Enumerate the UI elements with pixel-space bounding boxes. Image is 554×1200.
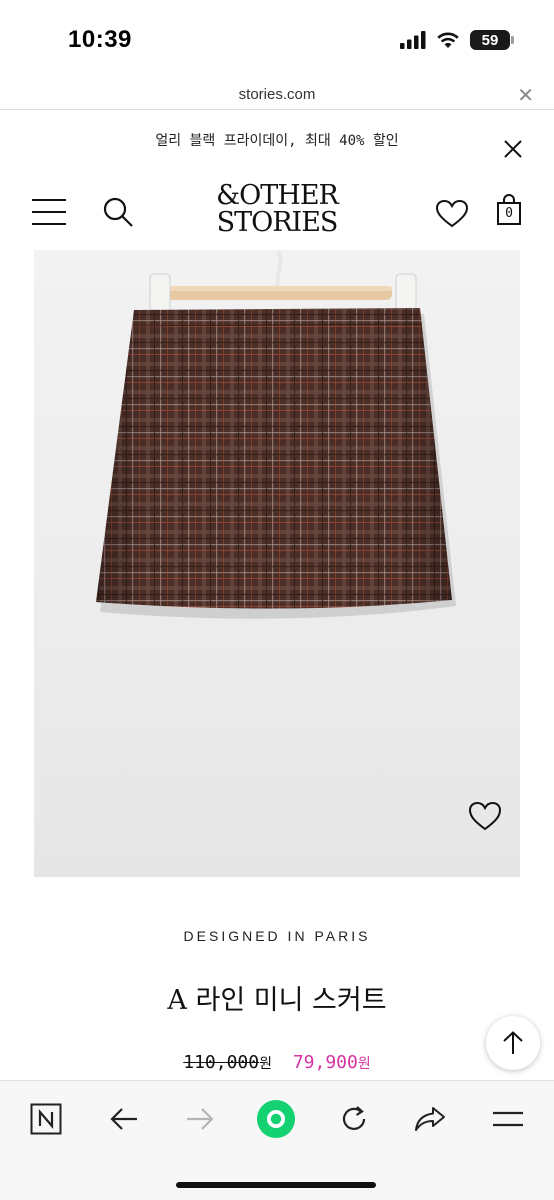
cart-bag-icon[interactable]: 0: [496, 194, 522, 226]
search-icon[interactable]: [102, 196, 134, 228]
product-wishlist-heart-icon[interactable]: [468, 799, 502, 833]
share-button[interactable]: [410, 1099, 450, 1139]
sale-price-value: 79,900: [292, 1052, 358, 1073]
logo-line-2: STORIES: [216, 207, 339, 238]
status-time: 10:39: [68, 26, 132, 53]
toolbar-menu-icon: [493, 1111, 523, 1127]
promo-banner: 얼리 블랙 프라이데이, 최대 40% 할인: [0, 112, 554, 174]
battery-icon: 59: [470, 30, 514, 50]
url-close-icon[interactable]: ✕: [517, 83, 534, 107]
status-icons: 59: [400, 30, 514, 50]
logo-line-1: &OTHER: [216, 180, 339, 211]
sale-price: 79,900원: [293, 1052, 371, 1073]
original-price: 110,000원: [183, 1052, 272, 1073]
designed-in-label: DESIGNED IN PARIS: [183, 928, 371, 944]
green-circle-icon: [256, 1099, 296, 1139]
menu-button[interactable]: [488, 1099, 528, 1139]
brand-logo[interactable]: &OTHER STORIES: [200, 182, 354, 236]
wishlist-heart-icon[interactable]: [436, 200, 468, 228]
arrow-up-icon: [503, 1031, 523, 1054]
site-header: &OTHER STORIES 0: [0, 176, 554, 250]
url-text[interactable]: stories.com: [0, 86, 554, 103]
naver-home-button[interactable]: [26, 1099, 66, 1139]
product-image[interactable]: [34, 250, 520, 877]
home-indicator: [176, 1182, 376, 1188]
reload-icon: [342, 1106, 366, 1130]
reload-button[interactable]: [334, 1099, 374, 1139]
wifi-icon: [437, 32, 459, 48]
back-arrow-icon: [110, 1108, 137, 1130]
status-bar: 10:39 59: [0, 0, 554, 80]
signal-icon: [400, 31, 426, 49]
scroll-to-top-button[interactable]: [486, 1016, 540, 1070]
menu-icon[interactable]: [32, 198, 66, 226]
price-row: 110,000원 79,900원: [0, 1052, 554, 1073]
original-price-currency: 원: [259, 1056, 272, 1072]
cart-count: 0: [505, 206, 513, 221]
forward-button[interactable]: [180, 1099, 220, 1139]
browser-url-bar[interactable]: stories.com ✕: [0, 80, 554, 110]
green-dot-button[interactable]: [256, 1099, 296, 1139]
promo-close-icon[interactable]: [502, 138, 524, 160]
skirt-illustration: [96, 250, 456, 619]
sale-price-currency: 원: [357, 1056, 371, 1072]
forward-arrow-icon: [187, 1108, 214, 1130]
promo-text: 얼리 블랙 프라이데이, 최대 40% 할인: [155, 133, 399, 149]
browser-toolbar: [0, 1080, 554, 1200]
back-button[interactable]: [104, 1099, 144, 1139]
naver-n-icon: [30, 1103, 62, 1135]
product-title: A 라인 미니 스커트: [167, 985, 387, 1016]
original-price-value: 110,000: [183, 1052, 260, 1073]
share-icon: [415, 1107, 445, 1131]
